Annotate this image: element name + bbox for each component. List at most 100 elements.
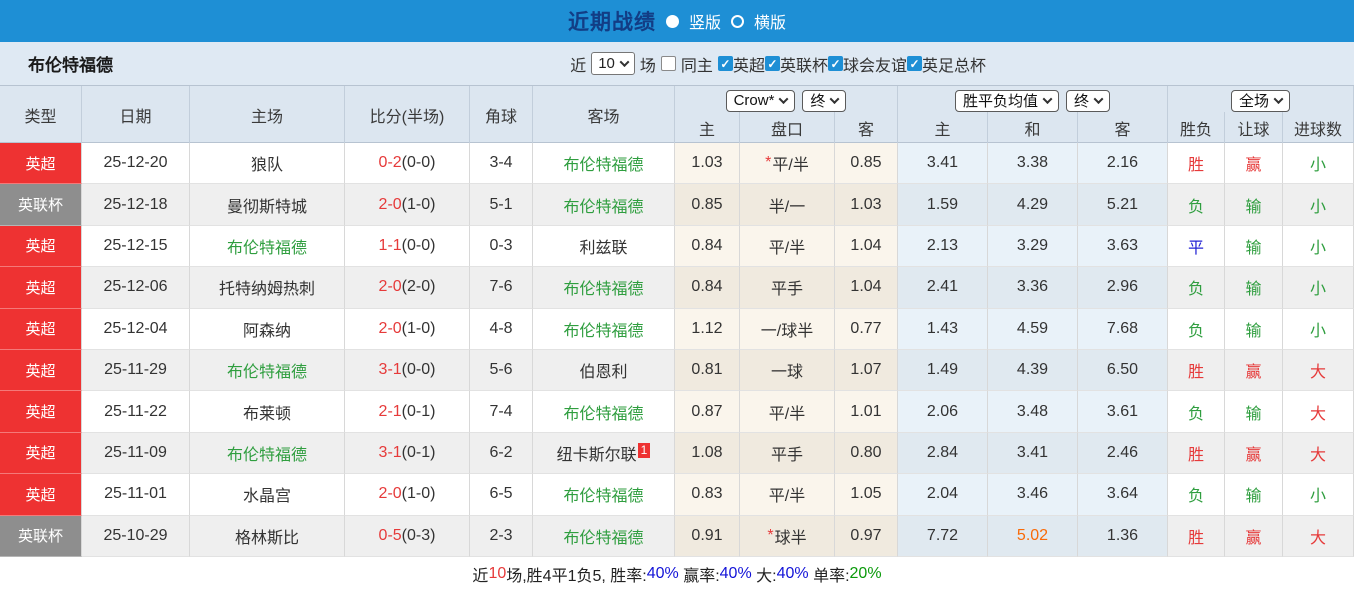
handicap-result-text: 输 bbox=[1245, 488, 1262, 506]
match-date: 25-11-01 bbox=[82, 474, 190, 516]
ah-away-odds: 1.05 bbox=[835, 474, 898, 516]
league-checkbox[interactable] bbox=[827, 56, 843, 71]
odds-draw: 3.46 bbox=[988, 474, 1078, 516]
home-team: 狼队 bbox=[190, 143, 345, 185]
chevron-down-icon bbox=[829, 94, 840, 105]
score-half: (0-0) bbox=[401, 361, 436, 379]
match-date: 25-11-09 bbox=[82, 432, 190, 475]
match-date: 25-12-15 bbox=[82, 225, 190, 268]
score-half: (0-0) bbox=[401, 154, 436, 172]
handicap-result-text: 输 bbox=[1245, 405, 1262, 423]
home-team: 曼彻斯特城 bbox=[190, 184, 345, 226]
ah-home-odds: 0.85 bbox=[675, 184, 740, 226]
col-header-score: 比分(半场) bbox=[345, 86, 470, 143]
same-home-label: 同主 bbox=[680, 57, 713, 75]
score-full: 2-0 bbox=[378, 195, 402, 213]
let-result-cell: 输 bbox=[1225, 184, 1283, 226]
odds-company-select[interactable]: Crow* bbox=[725, 89, 796, 112]
wdl-final-select[interactable]: 终 bbox=[1066, 89, 1111, 112]
score-full: 3-1 bbox=[378, 361, 402, 379]
score-full: 1-1 bbox=[378, 236, 402, 254]
score-half: (0-0) bbox=[401, 236, 436, 254]
goals-result-cell: 小 bbox=[1283, 308, 1354, 350]
result-text: 胜 bbox=[1187, 157, 1204, 175]
subheader-goals-count: 进球数 bbox=[1283, 112, 1354, 143]
same-home-checkbox[interactable] bbox=[660, 56, 676, 71]
away-team: 布伦特福德 bbox=[563, 322, 644, 340]
handicap-result-text: 赢 bbox=[1245, 446, 1262, 464]
away-team: 布伦特福德 bbox=[563, 157, 644, 175]
summary-part: 赢率: bbox=[678, 567, 720, 585]
ah-home-odds: 0.81 bbox=[675, 349, 740, 392]
table-row: 英联杯 25-10-29 格林斯比 0-5 (0-3) 2-3 布伦特福德 0.9… bbox=[0, 515, 1354, 557]
match-type-badge: 英联杯 bbox=[0, 184, 82, 226]
score-half: (0-3) bbox=[401, 526, 436, 544]
horizontal-layout-label[interactable]: 横版 bbox=[754, 9, 786, 33]
corner-score: 5-6 bbox=[470, 349, 533, 392]
table-row: 英联杯 25-12-18 曼彻斯特城 2-0 (1-0) 5-1 布伦特福德 0.… bbox=[0, 184, 1354, 226]
odds-away: 1.36 bbox=[1078, 515, 1168, 557]
panel-title: 近期战绩 bbox=[567, 11, 656, 34]
ah-away-odds: 1.07 bbox=[835, 349, 898, 392]
filter-bar: 布伦特福德 近 10 场 同主 英超 英联杯 球会友谊 英足总杯 bbox=[0, 42, 1354, 86]
let-result-cell: 输 bbox=[1225, 474, 1283, 516]
result-text: 胜 bbox=[1187, 446, 1204, 464]
vertical-layout-radio[interactable] bbox=[665, 14, 679, 28]
match-type-badge: 英超 bbox=[0, 432, 82, 475]
match-type-badge: 英超 bbox=[0, 143, 82, 185]
let-result-cell: 输 bbox=[1225, 308, 1283, 350]
match-type-badge: 英超 bbox=[0, 391, 82, 433]
score-half: (1-0) bbox=[401, 195, 436, 213]
league-filter: 英超 bbox=[717, 52, 765, 76]
handicap-name: 球半 bbox=[774, 529, 807, 547]
horizontal-layout-radio[interactable] bbox=[731, 14, 744, 28]
corner-score: 5-1 bbox=[470, 184, 533, 226]
score-half: (2-0) bbox=[401, 278, 436, 296]
let-result-cell: 赢 bbox=[1225, 349, 1283, 392]
score-half: (1-0) bbox=[401, 485, 436, 503]
corner-score: 7-6 bbox=[470, 267, 533, 309]
recent-count-select[interactable]: 10 bbox=[591, 52, 635, 75]
score-half: (1-0) bbox=[401, 319, 436, 337]
handicap-cell: 平/半 bbox=[740, 391, 835, 433]
odds-draw: 3.36 bbox=[988, 267, 1078, 309]
away-team-badge: 1 bbox=[637, 443, 651, 459]
wdl-average-select[interactable]: 胜平负均值 bbox=[954, 89, 1059, 112]
league-checkbox[interactable] bbox=[717, 56, 733, 71]
ah-away-odds: 1.01 bbox=[835, 391, 898, 433]
handicap-result-text: 输 bbox=[1245, 322, 1262, 340]
ah-away-odds: 1.03 bbox=[835, 184, 898, 226]
result-text: 负 bbox=[1187, 488, 1204, 506]
odds-away: 6.50 bbox=[1078, 349, 1168, 392]
league-checkbox[interactable] bbox=[764, 56, 780, 71]
away-team-cell: 纽卡斯尔联 1 bbox=[533, 432, 675, 475]
odds-company-final-select[interactable]: 终 bbox=[802, 89, 847, 112]
odds-away: 3.63 bbox=[1078, 225, 1168, 268]
corner-score: 6-2 bbox=[470, 432, 533, 475]
table-row: 英超 25-12-20 狼队 0-2 (0-0) 3-4 布伦特福德 1.03 *… bbox=[0, 143, 1354, 185]
away-team-cell: 布伦特福德 bbox=[533, 474, 675, 516]
ah-away-odds: 1.04 bbox=[835, 267, 898, 309]
col-header-corner: 角球 bbox=[470, 86, 533, 143]
home-team: 布伦特福德 bbox=[190, 225, 345, 268]
away-team: 布伦特福德 bbox=[563, 405, 644, 423]
away-team: 布伦特福德 bbox=[563, 488, 644, 506]
vertical-layout-label[interactable]: 竖版 bbox=[689, 9, 721, 33]
handicap-name: 平/半 bbox=[768, 488, 806, 506]
subheader-odds-home: 主 bbox=[898, 112, 988, 143]
away-team-cell: 伯恩利 bbox=[533, 349, 675, 392]
league-checkbox[interactable] bbox=[906, 56, 922, 71]
fulltime-select[interactable]: 全场 bbox=[1230, 89, 1290, 112]
match-type-badge: 英超 bbox=[0, 474, 82, 516]
match-score: 2-0 (1-0) bbox=[345, 474, 470, 516]
handicap-name: 平/半 bbox=[772, 157, 809, 175]
away-team: 伯恩利 bbox=[579, 364, 628, 382]
let-result-cell: 赢 bbox=[1225, 432, 1283, 475]
ah-home-odds: 0.83 bbox=[675, 474, 740, 516]
subheader-handicap: 盘口 bbox=[740, 112, 835, 143]
result-cell: 负 bbox=[1168, 267, 1225, 309]
subheader-ah-home: 主 bbox=[675, 112, 740, 143]
goals-result-text: 小 bbox=[1309, 281, 1326, 299]
summary-part: 单率: bbox=[808, 567, 850, 585]
match-date: 25-11-29 bbox=[82, 349, 190, 392]
